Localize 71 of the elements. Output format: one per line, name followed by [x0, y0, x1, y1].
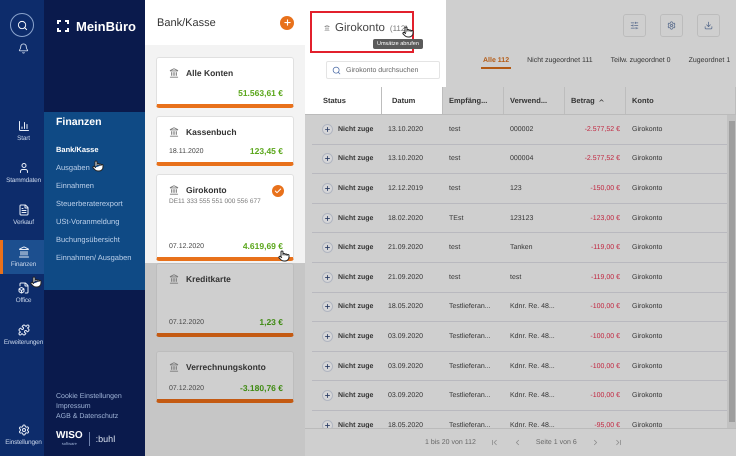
menu-title: Finanzen — [56, 116, 103, 128]
settings-icon — [667, 21, 676, 30]
account-name: Alle Konten — [186, 68, 234, 78]
sliders-icon — [630, 21, 639, 30]
sort-ascending-icon — [598, 97, 605, 104]
rail-icon — [18, 246, 30, 258]
account-balance: 51.563,61 € — [238, 88, 283, 98]
brand-logo: :buhl — [96, 434, 116, 444]
assign-button[interactable] — [322, 124, 333, 135]
last-page-icon — [614, 438, 623, 447]
hand-cursor-icon — [92, 160, 104, 172]
account-balance: 1,23 € — [259, 317, 283, 327]
assign-button[interactable] — [322, 420, 333, 428]
panel-title: Bank/Kasse — [157, 16, 216, 28]
brand-logo: WISO — [56, 431, 83, 441]
account-name: Girokonto — [186, 185, 227, 195]
rail-icon — [18, 204, 30, 216]
plus-icon — [324, 274, 331, 281]
scrollbar[interactable] — [727, 115, 736, 428]
plus-icon — [324, 244, 331, 252]
rail-icon — [18, 162, 30, 174]
assign-button[interactable] — [322, 330, 333, 342]
plus-icon — [324, 392, 331, 400]
filter-button[interactable] — [623, 14, 646, 37]
assign-button[interactable] — [322, 390, 333, 402]
assign-button[interactable] — [322, 212, 333, 224]
account-balance: 4.619,69 € — [242, 241, 283, 251]
search-icon — [16, 20, 28, 30]
assign-button[interactable] — [322, 301, 333, 312]
download-icon — [704, 21, 713, 30]
assign-button[interactable] — [322, 153, 333, 164]
account-name: Verrechnungskonto — [186, 362, 266, 372]
account-balance: -3.180,76 € — [240, 383, 283, 393]
search-icon — [332, 66, 341, 74]
account-title: Girokonto — [335, 22, 385, 34]
bank-icon — [169, 68, 179, 78]
account-card[interactable]: Alle Konten 51.563,61 € — [156, 57, 294, 108]
plus-icon — [324, 155, 331, 162]
settings-icon — [18, 424, 30, 436]
bank-icon — [324, 23, 330, 33]
account-name: Kreditkarte — [186, 274, 231, 284]
plus-icon — [324, 184, 331, 192]
rail-icon — [18, 324, 30, 336]
assign-button[interactable] — [322, 182, 333, 194]
plus-icon — [324, 362, 331, 370]
assign-button[interactable] — [322, 242, 333, 254]
bank-icon — [169, 274, 179, 284]
search-button[interactable] — [10, 13, 34, 37]
first-page-icon — [490, 438, 499, 447]
app-logo: MeinBüro — [76, 19, 136, 34]
logo-icon — [56, 19, 70, 33]
plus-icon — [324, 214, 331, 222]
hand-cursor-icon — [30, 276, 42, 288]
assign-button[interactable] — [322, 360, 333, 372]
rail-icon — [18, 282, 30, 294]
assign-button[interactable] — [322, 272, 333, 283]
rail-icon — [18, 120, 30, 132]
settings-button[interactable] — [660, 14, 683, 37]
bank-icon — [169, 127, 179, 137]
bank-icon — [169, 362, 179, 372]
plus-icon — [324, 303, 331, 310]
account-name: Kassenbuch — [186, 127, 237, 137]
plus-icon — [324, 422, 331, 428]
check-icon — [272, 185, 284, 197]
bell-icon[interactable] — [18, 43, 29, 54]
plus-icon — [324, 332, 331, 340]
bank-icon — [169, 185, 179, 195]
plus-icon — [324, 126, 331, 133]
plus-icon — [282, 18, 292, 27]
add-button[interactable] — [280, 16, 294, 30]
account-balance: 123,45 € — [250, 146, 283, 156]
